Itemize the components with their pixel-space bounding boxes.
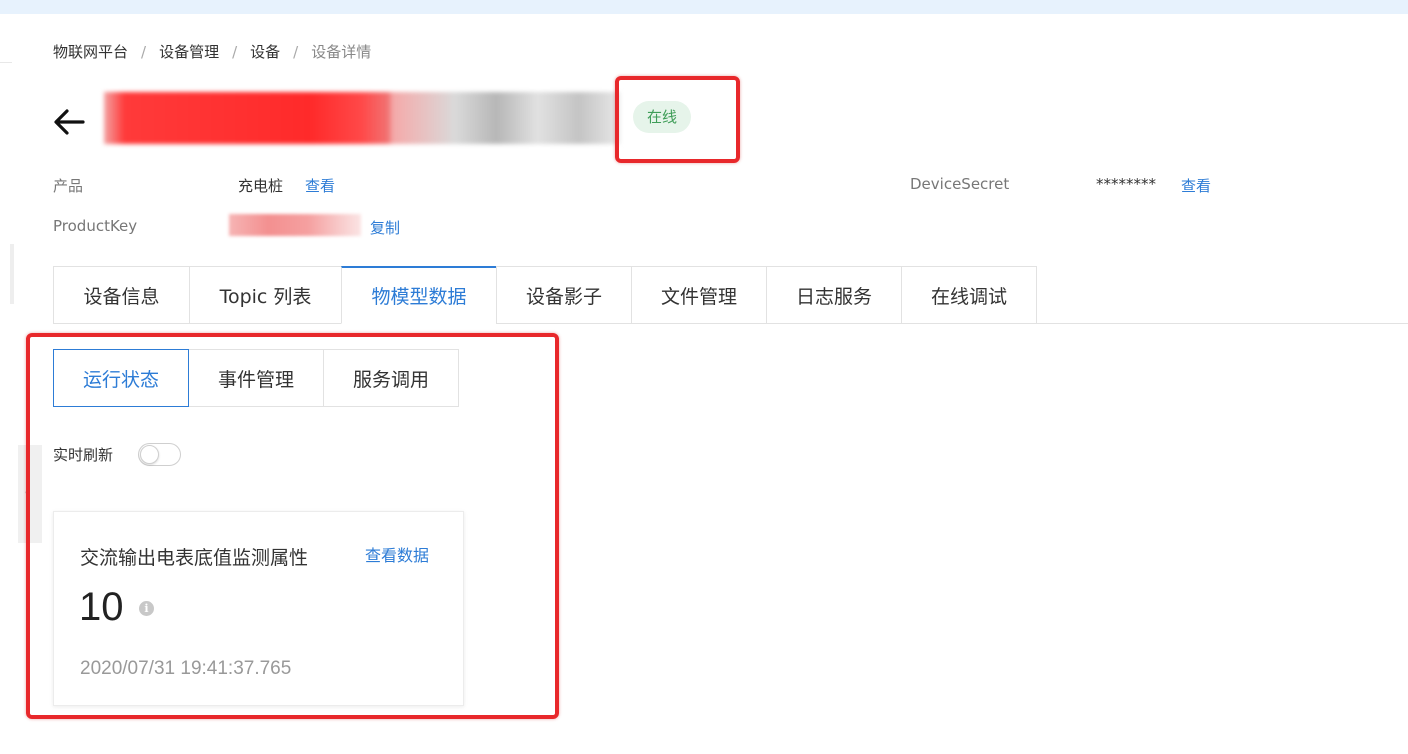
sidebar-edge-divider [0,62,12,63]
tab-device-info[interactable]: 设备信息 [53,266,189,324]
tab-log-service[interactable]: 日志服务 [766,266,901,324]
highlight-annotation-panel [26,333,559,719]
productkey-label: ProductKey [53,217,138,235]
top-bar [0,0,1408,14]
back-arrow-icon[interactable] [52,105,86,139]
breadcrumb-item-iot-platform[interactable]: 物联网平台 [53,41,128,62]
copy-productkey-link[interactable]: 复制 [370,217,400,238]
device-name-redacted [104,92,620,144]
product-value: 充电桩 [238,177,284,195]
breadcrumb: 物联网平台 / 设备管理 / 设备 / 设备详情 [53,41,371,62]
devicesecret-value: ******** [1096,175,1156,193]
breadcrumb-separator: / [141,42,147,61]
device-tabs: 设备信息 Topic 列表 物模型数据 设备影子 文件管理 日志服务 在线调试 [53,266,1037,324]
devicesecret-label: DeviceSecret [910,175,1010,193]
tabs-divider [1036,323,1408,324]
product-label: 产品 [53,177,84,195]
highlight-annotation-status [615,76,740,163]
view-devicesecret-link[interactable]: 查看 [1181,175,1211,196]
breadcrumb-item-device-management[interactable]: 设备管理 [159,41,219,62]
breadcrumb-separator: / [293,42,299,61]
breadcrumb-item-devices[interactable]: 设备 [250,41,280,62]
sidebar-edge [10,244,14,304]
breadcrumb-current: 设备详情 [311,43,372,61]
view-product-link[interactable]: 查看 [305,175,335,196]
tab-device-shadow[interactable]: 设备影子 [496,266,631,324]
tab-file-management[interactable]: 文件管理 [631,266,766,324]
tab-thing-model-data[interactable]: 物模型数据 [341,266,496,324]
tab-online-debug[interactable]: 在线调试 [901,266,1037,324]
breadcrumb-separator: / [232,42,238,61]
tab-topic-list[interactable]: Topic 列表 [189,266,341,324]
productkey-value-redacted [229,214,361,236]
